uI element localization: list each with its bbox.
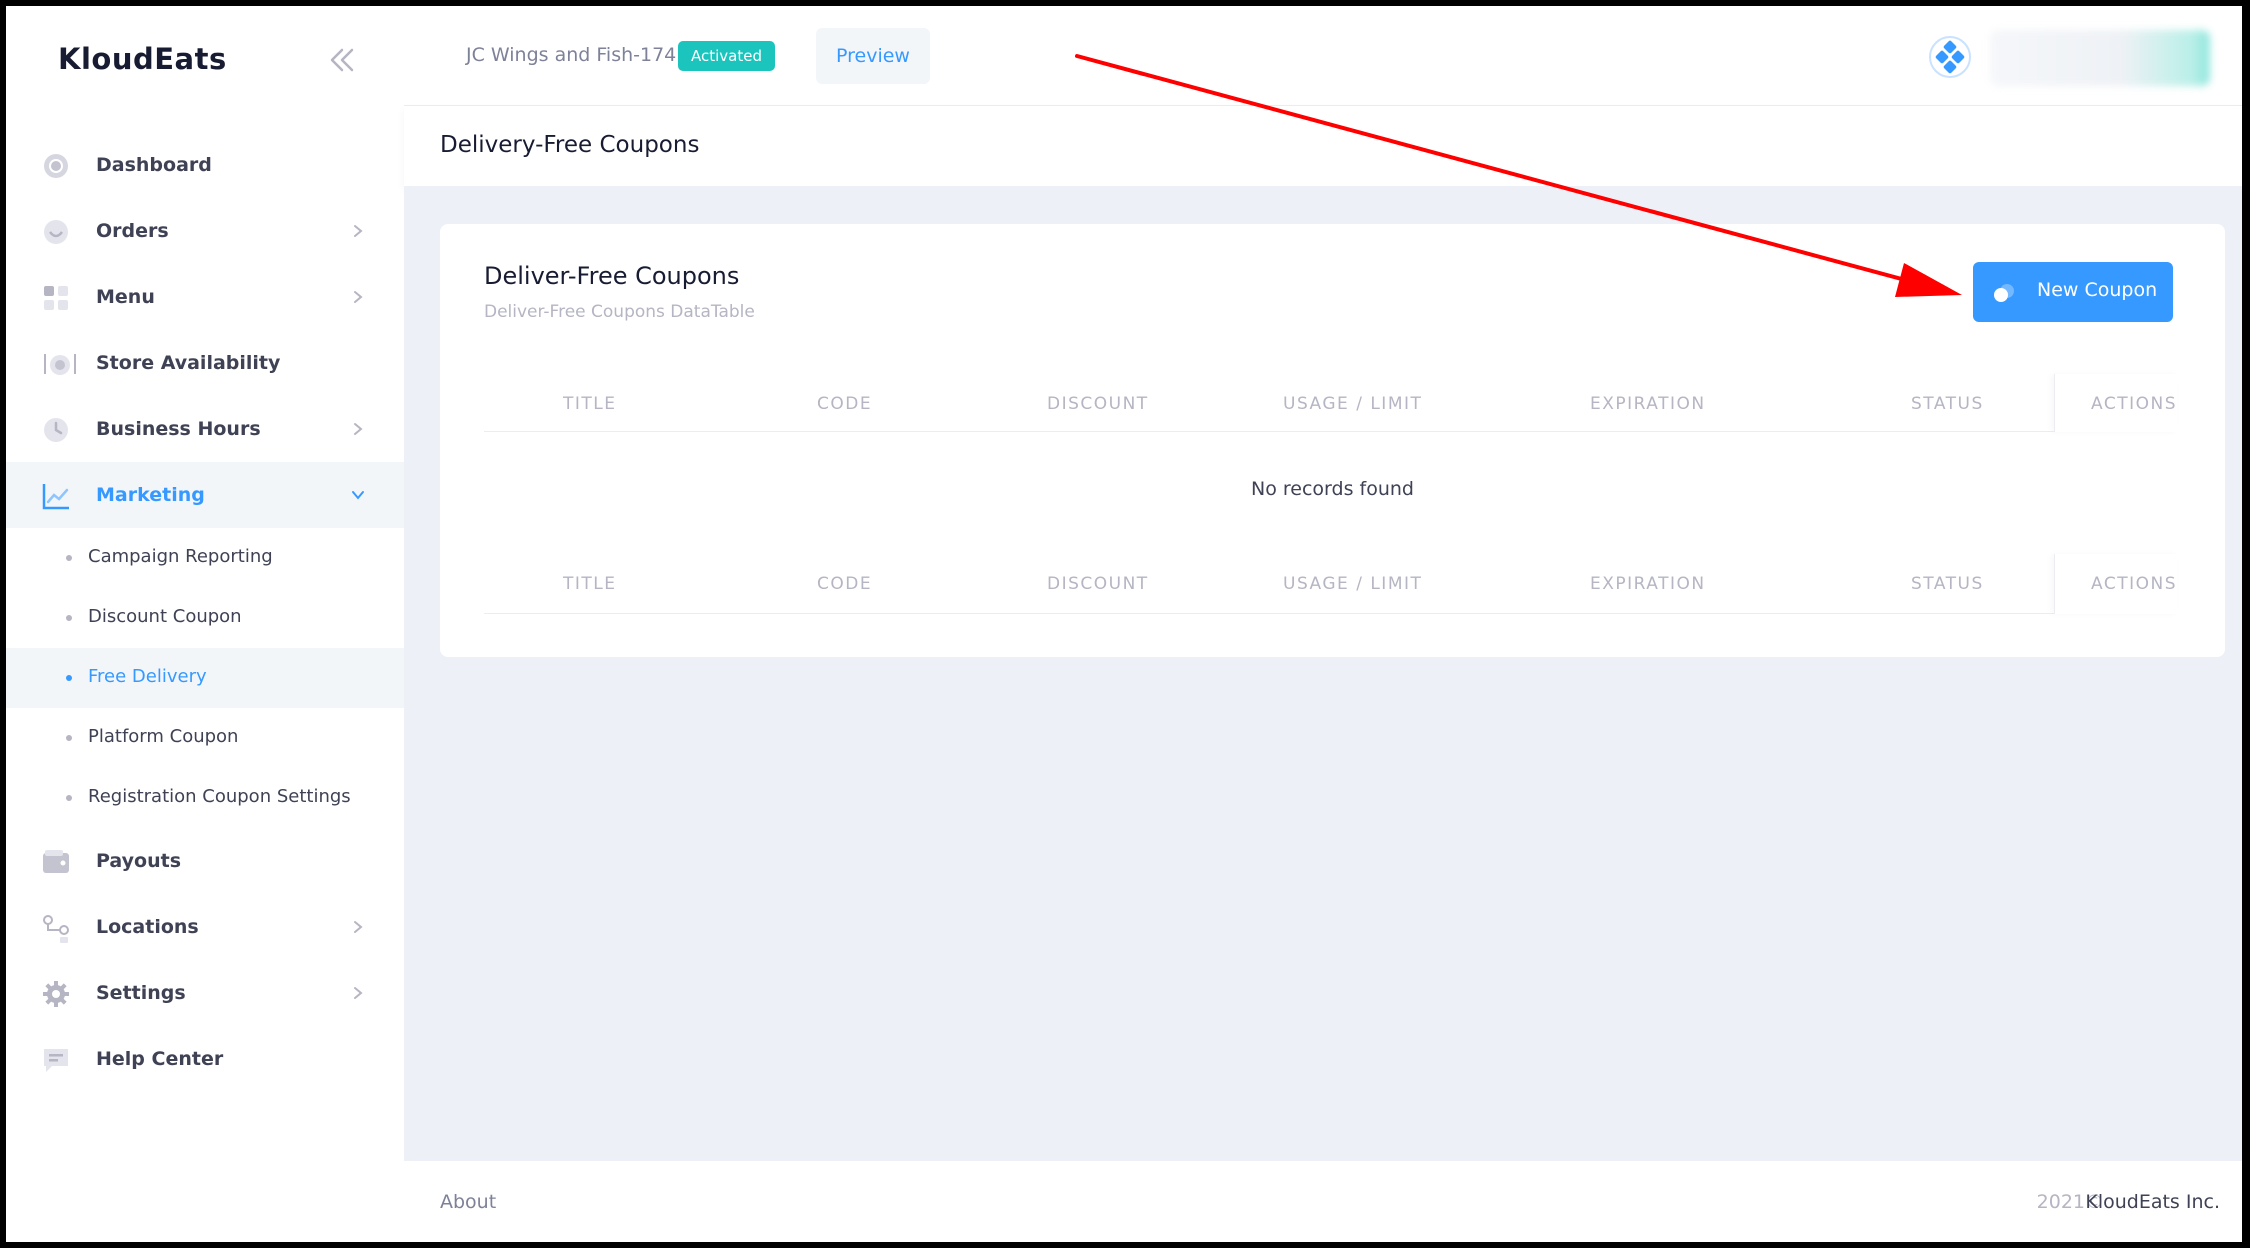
column-footer-title[interactable]: Title	[563, 574, 617, 594]
sidebar-subitem-label: Discount Coupon	[88, 606, 242, 627]
sidebar-item-label: Locations	[96, 916, 199, 938]
chat-icon	[42, 1046, 70, 1074]
user-name-blurred[interactable]	[1990, 30, 2210, 86]
bullet-dot	[66, 555, 72, 561]
new-coupon-button[interactable]: New Coupon	[1973, 262, 2173, 322]
sidebar-item-label: Dashboard	[96, 154, 212, 176]
bullet-dot	[66, 615, 72, 621]
bullet-dot	[66, 735, 72, 741]
column-footer-usage-limit[interactable]: Usage / Limit	[1283, 574, 1422, 594]
column-footer-status[interactable]: Status	[1911, 574, 1984, 594]
chevron-right-icon	[350, 985, 366, 1001]
sidebar-subitem-free-delivery[interactable]: Free Delivery	[6, 648, 404, 708]
sidebar-item-locations[interactable]: Locations	[6, 894, 404, 960]
top-header: JC Wings and Fish-174 Activated Preview	[404, 6, 2242, 106]
preview-button[interactable]: Preview	[816, 28, 930, 84]
column-footer-expiration[interactable]: Expiration	[1590, 574, 1706, 594]
app-window: KloudEats Dashboard Orders Menu Store Av…	[6, 6, 2242, 1242]
sidebar-item-settings[interactable]: Settings	[6, 960, 404, 1026]
card-title: Deliver-Free Coupons	[484, 262, 740, 290]
sidebar-item-label: Menu	[96, 286, 155, 308]
sidebar-item-dashboard[interactable]: Dashboard	[6, 132, 404, 198]
sidebar-item-label: Marketing	[96, 484, 205, 506]
locations-icon	[42, 914, 70, 943]
brand-logo: KloudEats	[58, 42, 227, 76]
page-title: Delivery-Free Coupons	[440, 132, 700, 158]
chevron-right-icon	[350, 223, 366, 239]
sidebar-subitem-registration-coupon-settings[interactable]: Registration Coupon Settings	[6, 768, 404, 828]
orders-icon	[42, 218, 70, 246]
table-footer: Title Code Discount Usage / Limit Expira…	[484, 554, 2178, 614]
column-header-code[interactable]: Code	[817, 394, 872, 414]
column-header-discount[interactable]: Discount	[1047, 394, 1149, 414]
sidebar-subitem-label: Platform Coupon	[88, 726, 239, 747]
chart-icon	[42, 482, 70, 510]
sidebar-item-label: Store Availability	[96, 352, 281, 374]
company-link[interactable]: KloudEats Inc.	[2085, 1191, 2220, 1213]
chevron-down-icon	[350, 487, 366, 503]
toggle-icon	[1993, 282, 2015, 304]
sidebar-item-store-availability[interactable]: Store Availability	[6, 330, 404, 396]
sidebar-item-label: Business Hours	[96, 418, 261, 440]
menu-icon	[42, 284, 70, 312]
column-header-title[interactable]: Title	[563, 394, 617, 414]
sidebar: KloudEats Dashboard Orders Menu Store Av…	[6, 6, 404, 1242]
sidebar-subitem-campaign-reporting[interactable]: Campaign Reporting	[6, 528, 404, 588]
main-content: Deliver-Free Coupons Deliver-Free Coupon…	[404, 186, 2242, 1161]
column-header-status[interactable]: Status	[1911, 394, 1984, 414]
sidebar-subitem-discount-coupon[interactable]: Discount Coupon	[6, 588, 404, 648]
chevron-right-icon	[350, 919, 366, 935]
status-badge: Activated	[678, 41, 775, 71]
sidebar-subitem-label: Registration Coupon Settings	[88, 786, 351, 807]
sidebar-item-label: Settings	[96, 982, 186, 1004]
sidebar-item-label: Orders	[96, 220, 169, 242]
sidebar-subitem-platform-coupon[interactable]: Platform Coupon	[6, 708, 404, 768]
gear-icon	[42, 980, 70, 1008]
chevron-right-icon	[350, 289, 366, 305]
store-name: JC Wings and Fish-174	[466, 44, 677, 66]
table-header: Title Code Discount Usage / Limit Expira…	[484, 374, 2178, 432]
store-availability-icon	[42, 350, 76, 378]
column-header-expiration[interactable]: Expiration	[1590, 394, 1706, 414]
page-footer: About 2021© KloudEats Inc.	[404, 1161, 2242, 1242]
bullet-dot	[66, 795, 72, 801]
actions-column: Actions	[2054, 554, 2178, 614]
sidebar-subitem-label: Campaign Reporting	[88, 546, 273, 567]
column-footer-actions: Actions	[2091, 574, 2177, 594]
user-avatar-icon[interactable]	[1928, 35, 1972, 79]
actions-column: Actions	[2054, 374, 2178, 432]
chevron-right-icon	[350, 421, 366, 437]
wallet-icon	[42, 848, 70, 876]
column-header-usage-limit[interactable]: Usage / Limit	[1283, 394, 1422, 414]
subheader: Delivery-Free Coupons	[404, 106, 2242, 186]
sidebar-subitem-label: Free Delivery	[88, 666, 207, 687]
sidebar-item-help-center[interactable]: Help Center	[6, 1026, 404, 1092]
about-link[interactable]: About	[440, 1191, 496, 1213]
bullet-dot	[66, 675, 72, 681]
clock-icon	[42, 416, 70, 444]
column-footer-discount[interactable]: Discount	[1047, 574, 1149, 594]
empty-state-message: No records found	[1251, 478, 1414, 500]
column-header-actions: Actions	[2091, 394, 2177, 414]
sidebar-item-label: Payouts	[96, 850, 182, 872]
new-coupon-label: New Coupon	[2037, 279, 2158, 301]
collapse-sidebar-icon[interactable]	[324, 42, 360, 78]
coupons-card: Deliver-Free Coupons Deliver-Free Coupon…	[440, 224, 2225, 657]
dashboard-icon	[42, 152, 70, 180]
sidebar-item-business-hours[interactable]: Business Hours	[6, 396, 404, 462]
card-subtitle: Deliver-Free Coupons DataTable	[484, 302, 755, 322]
sidebar-item-payouts[interactable]: Payouts	[6, 828, 404, 894]
sidebar-item-orders[interactable]: Orders	[6, 198, 404, 264]
column-footer-code[interactable]: Code	[817, 574, 872, 594]
sidebar-item-marketing[interactable]: Marketing	[6, 462, 404, 528]
sidebar-item-menu[interactable]: Menu	[6, 264, 404, 330]
sidebar-item-label: Help Center	[96, 1048, 224, 1070]
